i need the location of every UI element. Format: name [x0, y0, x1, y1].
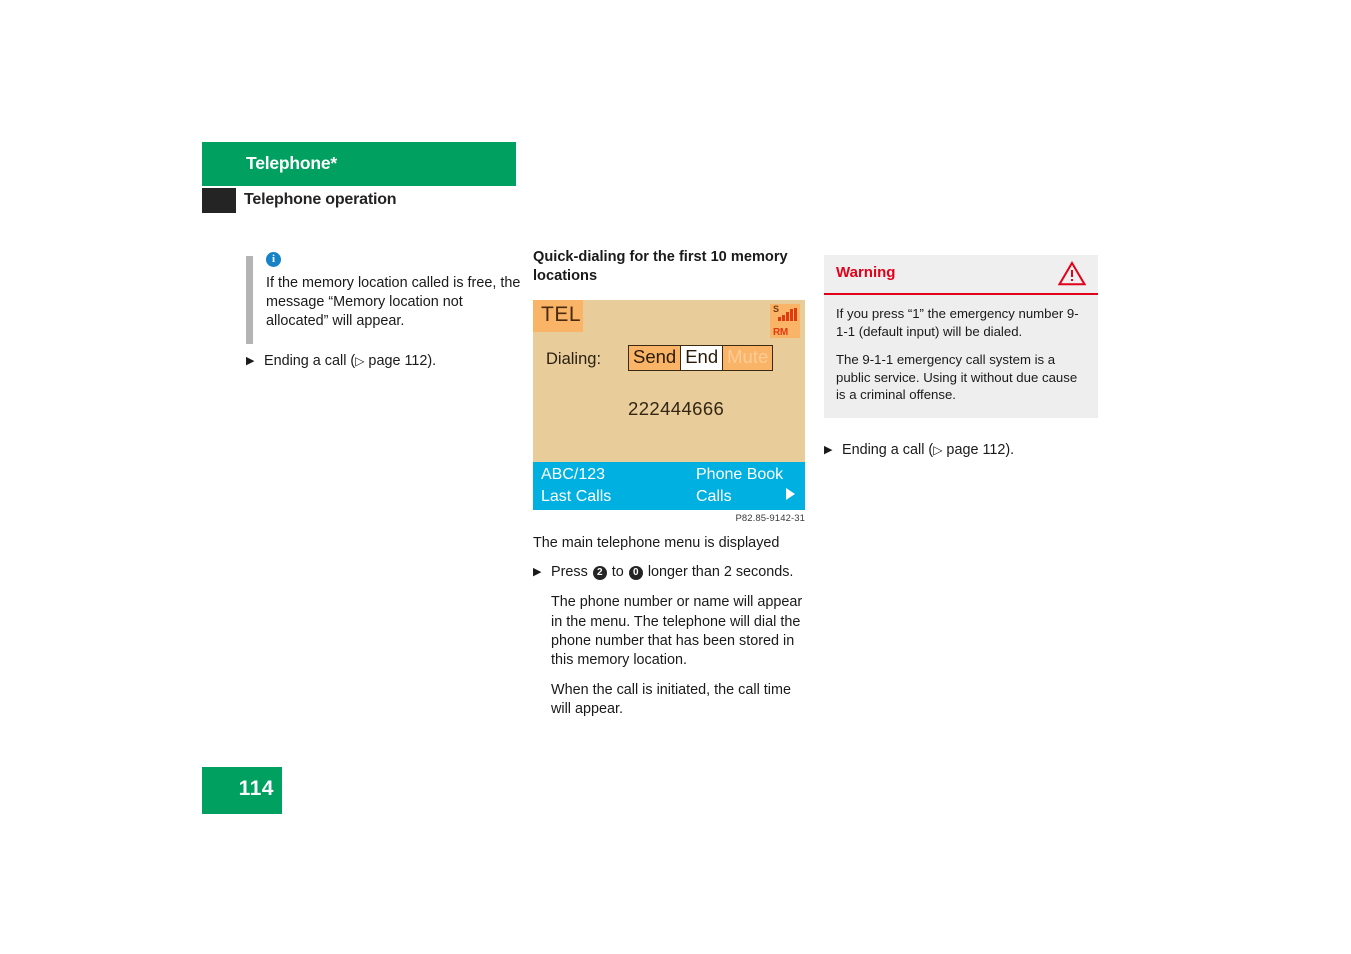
dialing-status-label: Dialing:: [546, 350, 602, 368]
roaming-label: RM: [773, 327, 788, 338]
right-bullet-text-after: page 112).: [942, 441, 1015, 458]
page-number: 114: [238, 777, 274, 800]
display-menu-bar: ABC/123 Last Calls Phone Book Calls: [533, 462, 805, 510]
press-prefix: Press: [551, 564, 588, 581]
left-bullet-ending-a-call: ▶ Ending a call (▷ page 112).: [246, 352, 522, 371]
warning-title: Warning: [836, 264, 896, 281]
warning-paragraph-2: The 9-1-1 emergency call system is a pub…: [836, 352, 1078, 403]
paragraph-call-time: When the call is initiated, the call tim…: [551, 682, 791, 718]
tel-mode-badge: TEL: [533, 300, 583, 332]
chapter-title: Telephone*: [246, 153, 338, 173]
chapter-header-bar: Telephone*: [202, 142, 516, 186]
tel-mode-label: TEL: [541, 303, 582, 326]
left-bullet-text-before: Ending a call (: [264, 352, 356, 369]
press-key-instruction: ▶ Press 2 to 0 longer than 2 seconds.: [533, 563, 806, 582]
bullet-triangle-icon: ▶: [246, 354, 255, 367]
right-bullet-ending-a-call: ▶ Ending a call (▷ page 112).: [824, 441, 1098, 460]
press-instruction-text: Press 2 to 0 longer than 2 seconds.: [551, 563, 806, 582]
right-bullet-text-before: Ending a call (: [842, 441, 934, 458]
softkey-end[interactable]: End: [680, 346, 724, 370]
key-2-icon: 2: [592, 566, 607, 581]
softkey-mute[interactable]: Mute: [723, 346, 773, 370]
right-column: Warning If you press “1” the emergency n…: [824, 255, 1098, 460]
page-number-box: 114: [202, 767, 282, 814]
warning-triangle-icon: [1058, 261, 1086, 286]
warning-box: Warning If you press “1” the emergency n…: [824, 255, 1098, 418]
key-0-icon: 0: [628, 566, 643, 581]
menu-item-phone-book[interactable]: Phone Book: [696, 464, 783, 486]
signal-status-indicator: S RM: [770, 304, 800, 338]
warning-header: Warning: [824, 255, 1098, 295]
figure-caption: P82.85-9142-31: [735, 513, 805, 524]
paragraph-phone-number-appears: The phone number or name will appear in …: [551, 594, 803, 669]
quick-dialing-heading: Quick-dialing for the first 10 memory lo…: [533, 249, 788, 284]
left-bullet-label: Ending a call (▷ page 112).: [264, 352, 522, 371]
menu-left-column[interactable]: ABC/123 Last Calls: [541, 464, 611, 508]
middle-column: Quick-dialing for the first 10 memory lo…: [533, 248, 806, 720]
left-column: i If the memory location called is free,…: [246, 248, 522, 371]
main-menu-displayed-text: The main telephone menu is displayed: [533, 535, 780, 551]
info-note-accent-bar: [246, 256, 253, 344]
menu-item-last-calls[interactable]: Last Calls: [541, 486, 611, 508]
section-title: Telephone operation: [244, 191, 397, 208]
info-note-box: i If the memory location called is free,…: [246, 252, 522, 344]
telephone-display-figure: TEL S RM Dialing: Send End Mute 22244466…: [533, 300, 805, 510]
warning-body: If you press “1” the emergency number 9-…: [824, 295, 1098, 418]
menu-right-column[interactable]: Phone Book Calls: [696, 464, 783, 508]
right-bullet-label: Ending a call (▷ page 112).: [842, 441, 1098, 460]
menu-item-calls[interactable]: Calls: [696, 486, 783, 508]
menu-next-arrow-icon[interactable]: [786, 488, 795, 500]
info-icon: i: [266, 252, 281, 267]
warning-paragraph-1: If you press “1” the emergency number 9-…: [836, 306, 1079, 339]
bullet-triangle-icon: ▶: [824, 443, 833, 456]
softkey-send[interactable]: Send: [629, 346, 681, 370]
section-marker-square: [202, 188, 236, 213]
menu-item-abc123[interactable]: ABC/123: [541, 464, 611, 486]
press-middle: to: [611, 564, 624, 581]
press-suffix: longer than 2 seconds.: [647, 564, 794, 581]
bullet-triangle-icon: ▶: [533, 566, 542, 579]
left-bullet-text-after: page 112).: [364, 352, 437, 369]
dialed-number: 222444666: [628, 398, 725, 419]
info-note-text: If the memory location called is free, t…: [266, 275, 521, 330]
softkey-group: Send End Mute: [628, 345, 774, 371]
signal-bars-icon: [778, 308, 797, 321]
